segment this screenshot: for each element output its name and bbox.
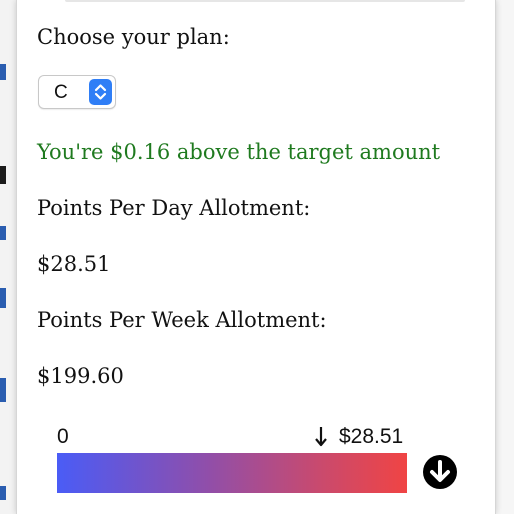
select-stepper-icon[interactable] [89, 79, 112, 105]
plan-select[interactable]: C [38, 75, 116, 109]
plan-select-value: C [54, 82, 68, 103]
weekly-allotment-value: $199.60 [37, 364, 124, 388]
daily-allotment-value: $28.51 [37, 252, 111, 276]
daily-allotment-label: Points Per Day Allotment: [37, 196, 311, 220]
background-page-right [494, 0, 514, 514]
scale-marker-label: $28.51 [339, 425, 404, 448]
scale-min-label: 0 [57, 425, 69, 448]
plan-popup-panel: Choose your plan: C You're $0.16 above t… [16, 0, 496, 514]
plan-heading: Choose your plan: [37, 25, 230, 49]
background-page-left [0, 0, 16, 514]
panel-top-edge [65, 0, 465, 2]
arrow-circle-down-icon[interactable] [423, 455, 457, 489]
arrow-down-icon [314, 426, 328, 452]
target-status-message: You're $0.16 above the target amount [37, 140, 441, 164]
allotment-gradient-bar [57, 453, 407, 493]
weekly-allotment-label: Points Per Week Allotment: [37, 308, 327, 332]
